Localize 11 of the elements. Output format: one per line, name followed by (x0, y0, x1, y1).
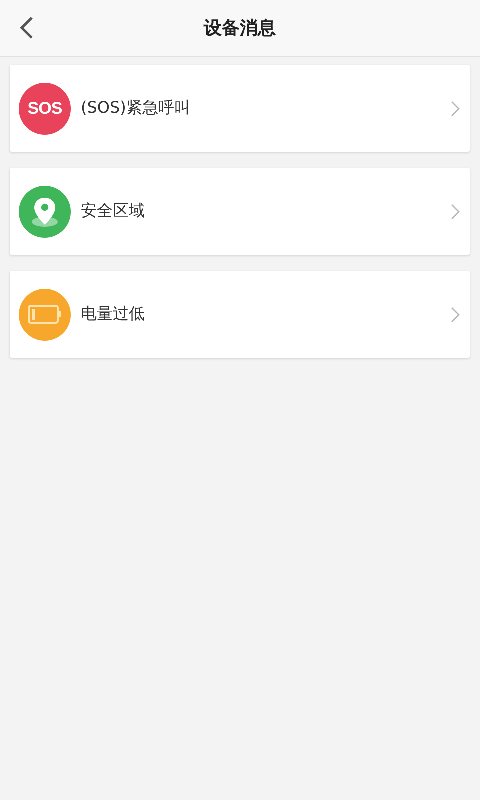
chevron-icon (451, 204, 460, 220)
item-label: 安全区域 (81, 201, 146, 222)
chevron-icon (451, 306, 460, 322)
menu-item[interactable]: 电量过低 (10, 271, 470, 358)
chevron-icon (451, 100, 460, 116)
item-label: 电量过低 (81, 304, 146, 325)
page-title: 设备消息 (204, 17, 276, 40)
sos-icon: SOS (19, 82, 71, 134)
menu-item[interactable]: 安全区域 (10, 168, 470, 255)
menu-item[interactable]: SOS (SOS)紧急呼叫 (10, 65, 470, 152)
item-label: (SOS)紧急呼叫 (81, 98, 192, 119)
